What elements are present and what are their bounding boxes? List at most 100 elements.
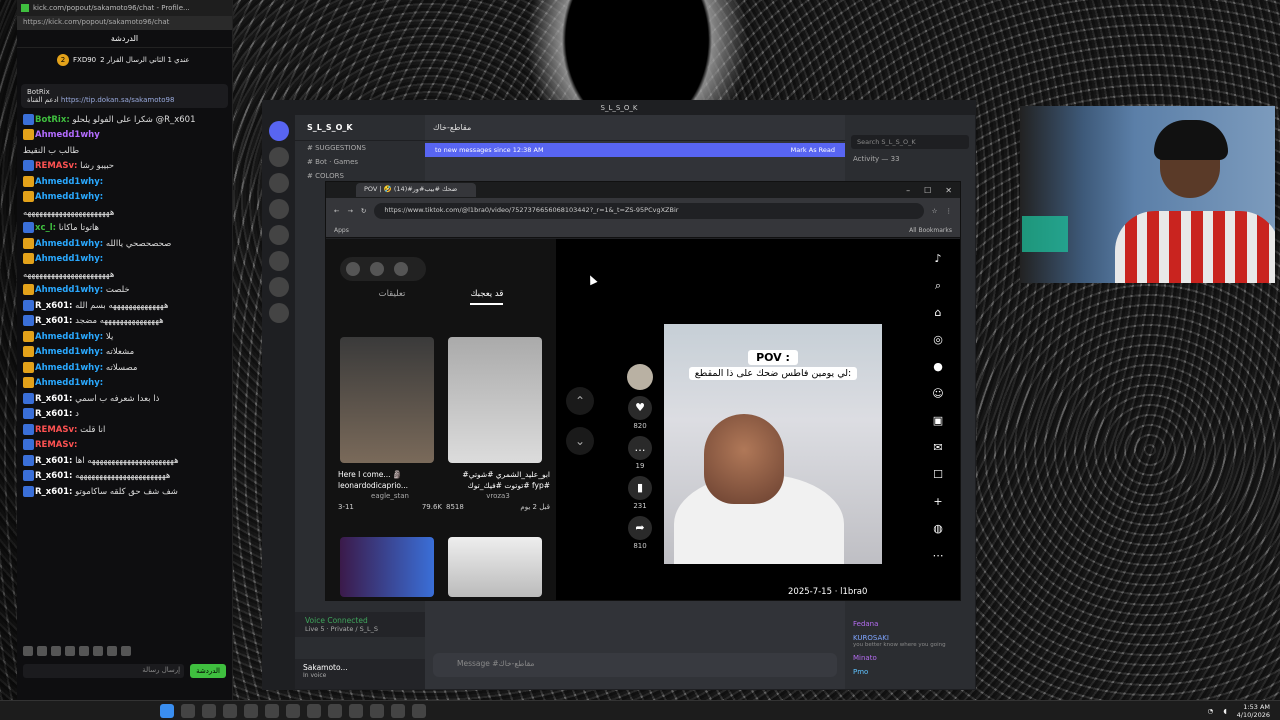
video-player[interactable]: POV : لي يومين فاطس ضحك على ذا المقطع: (664, 324, 882, 564)
emote-icon[interactable] (93, 646, 103, 656)
pinned-message[interactable]: BotRix ادعم القناة https://tip.dokan.sa/… (21, 84, 228, 108)
emote-icon[interactable] (79, 646, 89, 656)
previous-video-button[interactable]: ⌃ (566, 387, 594, 415)
server-icon[interactable] (269, 199, 289, 219)
chat-username[interactable]: R_x601: (35, 487, 72, 497)
chat-username[interactable]: BotRix: (35, 115, 70, 125)
chat-message[interactable]: Ahmedd1why: (23, 175, 226, 188)
channel-category[interactable]: # SUGGESTIONS (295, 141, 425, 155)
video-card[interactable]: #ابو_عليد_الشمري #شوتي #توتوت #فيك_توك f… (446, 469, 550, 513)
chat-username[interactable]: R_x601: (35, 394, 72, 404)
discord-home-icon[interactable] (269, 121, 289, 141)
bookmark-star-icon[interactable]: ☆ (932, 207, 938, 215)
chat-message[interactable]: R_x601: هههههههههههههههههههههههه (23, 470, 226, 482)
member-item[interactable]: Minato (845, 651, 975, 665)
app-icon[interactable] (370, 703, 384, 718)
server-icon[interactable] (269, 147, 289, 167)
forward-icon[interactable]: → (347, 207, 352, 215)
chat-message[interactable]: ههههههههههههههههههههههه (23, 269, 226, 281)
chat-message[interactable]: Ahmedd1why (23, 129, 226, 141)
chat-message[interactable]: R_x601: شف شف حق كلقه ساكاموتو (23, 485, 226, 498)
friends-icon[interactable]: ☺ (931, 387, 945, 401)
pinned-link[interactable]: https://tip.dokan.sa/sakamoto98 (61, 96, 175, 104)
chat-username[interactable]: Ahmedd1why: (35, 363, 103, 373)
chat-message[interactable]: Ahmedd1why: مصسلاته (23, 361, 226, 374)
phone-icon[interactable] (370, 262, 384, 276)
chat-username[interactable]: Ahmedd1why (35, 130, 100, 140)
video-thumbnail[interactable] (340, 337, 434, 463)
channel-category[interactable]: # Bot · Games (295, 155, 425, 169)
maximize-icon[interactable]: ☐ (924, 186, 931, 195)
chat-message[interactable]: R_x601: ذا بعدا شعرفه ب اسمي (23, 392, 226, 405)
chat-message[interactable]: Ahmedd1why: (23, 253, 226, 265)
server-icon[interactable] (269, 303, 289, 323)
chat-username[interactable]: R_x601: (35, 316, 72, 326)
tiktok-logo-icon[interactable]: ♪ (931, 252, 945, 266)
video-thumbnail[interactable] (448, 537, 542, 597)
home-icon[interactable]: ⌂ (931, 306, 945, 320)
chat-username[interactable]: REMASv: (35, 161, 77, 171)
minimize-icon[interactable]: – (906, 186, 910, 195)
emote-icon[interactable] (65, 646, 75, 656)
app-icon[interactable] (391, 703, 405, 718)
tab-you-may-like[interactable]: قد يعجبك (470, 289, 504, 305)
chat-username[interactable]: R_x601: (35, 409, 72, 419)
server-icon[interactable] (269, 277, 289, 297)
chat-message[interactable]: Ahmedd1why: (23, 377, 226, 389)
chat-message[interactable]: R_x601: ههههههههههههههههههههههه اها (23, 454, 226, 467)
chat-message[interactable]: Ahmedd1why: (23, 191, 226, 203)
chat-username[interactable]: Ahmedd1why: (35, 254, 103, 264)
server-search-input[interactable]: Search S_L_S_O_K (851, 135, 969, 149)
chat-message[interactable]: ههههههههههههههههههههههه (23, 207, 226, 219)
search-icon[interactable] (181, 703, 195, 718)
server-icon[interactable] (269, 251, 289, 271)
send-chat-button[interactable]: الدردشة (190, 664, 226, 678)
chat-message[interactable]: Ahmedd1why: خلصت (23, 284, 226, 296)
kick-url-bar[interactable]: https://kick.com/popout/sakamoto96/chat (17, 16, 232, 30)
file-explorer-icon[interactable] (223, 703, 237, 718)
chat-message[interactable]: R_x601: ههههههههههههههه بسم الله (23, 299, 226, 312)
chat-username[interactable]: R_x601: (35, 301, 72, 311)
upload-icon[interactable]: + (931, 495, 945, 509)
volume-icon[interactable]: ◖ (1223, 707, 1226, 715)
chat-message[interactable]: xc_l: هاتوتا ماكانا (23, 222, 226, 234)
video-author[interactable]: l1bra0 (840, 587, 867, 597)
chat-username[interactable]: Ahmedd1why: (35, 285, 103, 295)
clock[interactable]: 1:53 AM 4/10/2026 (1237, 703, 1270, 719)
chat-username[interactable]: R_x601: (35, 456, 72, 466)
steam-icon[interactable] (265, 703, 279, 718)
chat-username[interactable]: Ahmedd1why: (35, 239, 103, 249)
explore-icon[interactable]: ◎ (931, 333, 945, 347)
new-messages-banner[interactable]: to new messages since 12:38 AM Mark As R… (425, 143, 845, 157)
discord-icon[interactable] (286, 703, 300, 718)
close-icon[interactable]: ✕ (945, 186, 952, 195)
back-icon[interactable]: ← (334, 207, 339, 215)
chat-message[interactable]: طالب ب النقيط (23, 145, 226, 157)
creator-avatar[interactable] (627, 364, 653, 390)
menu-icon[interactable]: ⋮ (946, 207, 953, 215)
windows-start-icon[interactable] (160, 703, 174, 718)
live-icon[interactable]: ▣ (931, 414, 945, 428)
inbox-icon[interactable]: ✉ (931, 441, 945, 455)
comment-icon[interactable]: … (628, 436, 652, 460)
apps-bookmark[interactable]: Apps (334, 227, 349, 234)
server-icon[interactable] (269, 225, 289, 245)
url-input[interactable]: https://www.tiktok.com/@l1bra0/video/752… (374, 203, 924, 219)
following-icon[interactable]: ● (931, 360, 945, 374)
chat-message[interactable]: R_x601: د (23, 408, 226, 420)
video-card[interactable]: Here I come... 🗿 leonardodicaprio... eag… (338, 469, 442, 513)
share-icon[interactable]: ➦ (628, 516, 652, 540)
chat-message[interactable]: Ahmedd1why: صحصحصحي ياالله (23, 237, 226, 250)
video-thumbnail[interactable] (340, 537, 434, 597)
obs-icon[interactable] (328, 703, 342, 718)
chat-message[interactable]: BotRix: شكرا على الفولو يلحلو @R_x601 (23, 113, 226, 126)
next-video-button[interactable]: ⌄ (566, 427, 594, 455)
chat-username[interactable]: R_x601: (35, 471, 72, 481)
chat-username[interactable]: Ahmedd1why: (35, 177, 103, 187)
app-icon[interactable] (412, 703, 426, 718)
server-icon[interactable] (269, 173, 289, 193)
message-composer[interactable]: Message #مقاطع-خاك (433, 653, 837, 677)
emote-icon[interactable] (37, 646, 47, 656)
store-icon[interactable] (244, 703, 258, 718)
chat-input[interactable]: إرسال رسالة (23, 664, 185, 678)
